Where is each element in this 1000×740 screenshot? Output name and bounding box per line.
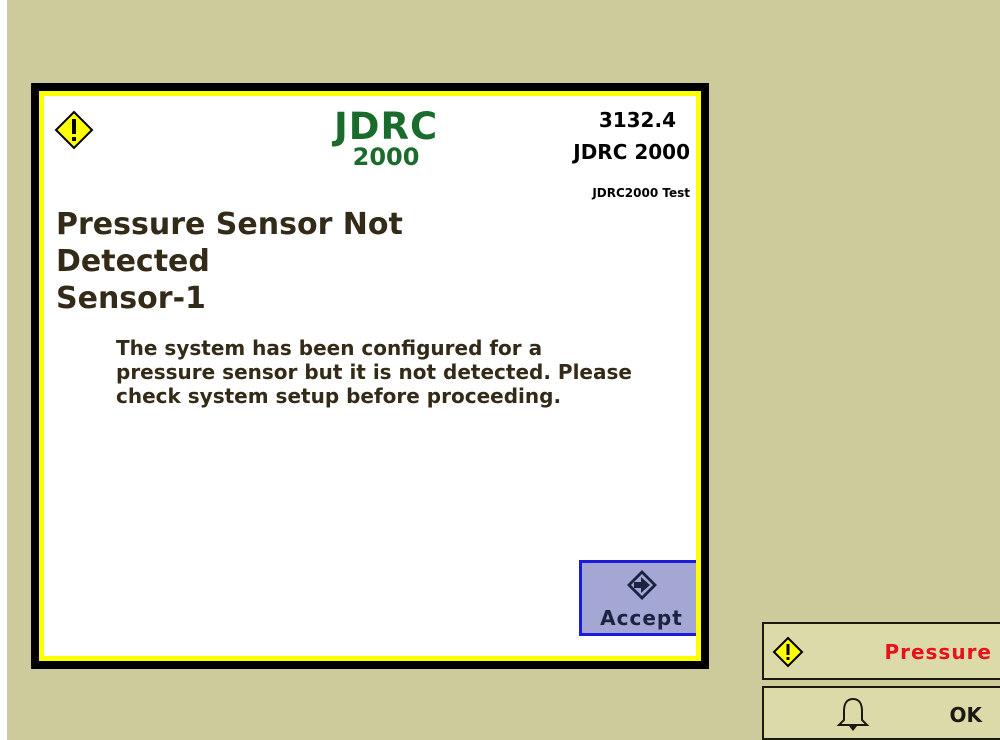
alarm-title-line: Pressure Sensor Not — [56, 207, 403, 242]
arrow-right-icon — [627, 570, 657, 600]
accept-label: Accept — [600, 606, 683, 630]
alarm-message-line: check system setup before proceeding. — [116, 384, 562, 408]
alarm-message-line: The system has been configured for a — [116, 336, 543, 360]
alarm-message-line: pressure sensor but it is not detected. … — [116, 360, 632, 384]
brand-line-1: JDRC — [334, 105, 439, 148]
alarm-title-line: Sensor-1 — [56, 281, 206, 316]
alarm-code: 3132.4 — [598, 108, 676, 132]
ok-alarm-tile[interactable]: OK — [762, 686, 1000, 740]
screen-edge — [0, 0, 7, 740]
pressure-alarm-label: Pressure — [884, 640, 992, 664]
pressure-alarm-tile[interactable]: Pressure — [762, 622, 1000, 680]
bell-icon — [836, 697, 870, 731]
warning-icon — [772, 636, 804, 668]
ok-label: OK — [949, 703, 983, 727]
accept-button[interactable]: Accept — [579, 560, 696, 636]
warning-icon — [54, 110, 94, 150]
alarm-dialog-frame: JDRC 2000 3132.4 JDRC 2000 JDRC2000 Test… — [39, 91, 701, 661]
brand-logo: JDRC 2000 — [334, 108, 438, 169]
alarm-meta: 3132.4 JDRC 2000 JDRC2000 Test — [573, 108, 690, 200]
test-label: JDRC2000 Test — [592, 186, 690, 200]
brand-line-2: 2000 — [352, 143, 420, 171]
alarm-title: Pressure Sensor Not Detected Sensor-1 — [56, 206, 403, 317]
alarm-title-line: Detected — [56, 244, 210, 279]
controller-model: JDRC 2000 — [573, 140, 690, 164]
alarm-message: The system has been configured for a pre… — [116, 336, 696, 408]
alarm-dialog: JDRC 2000 3132.4 JDRC 2000 JDRC2000 Test… — [31, 83, 709, 669]
